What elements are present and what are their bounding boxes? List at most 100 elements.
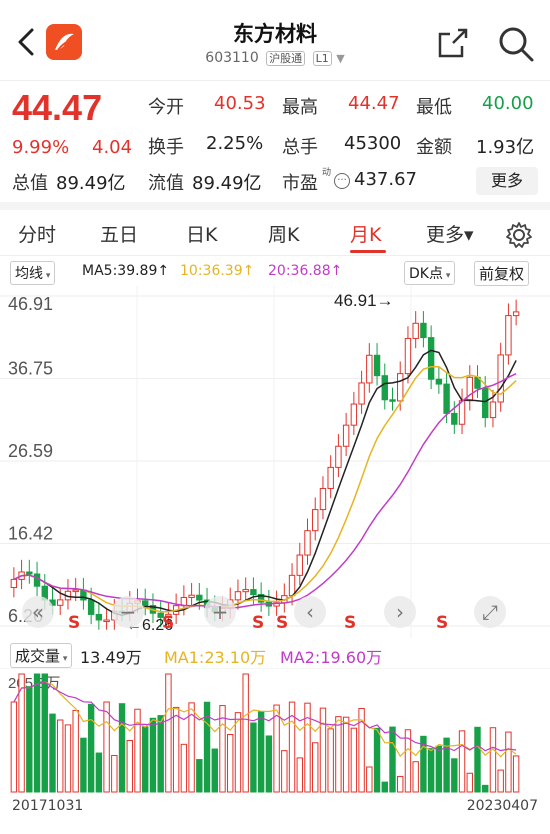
candle <box>242 589 249 593</box>
tab-intraday[interactable]: 分时 <box>18 220 56 247</box>
volume-bar <box>211 748 218 793</box>
sell-marker: S <box>436 613 448 633</box>
candle <box>451 412 458 425</box>
sell-marker: S <box>68 613 80 633</box>
ma10-line <box>13 365 517 613</box>
volume-bar <box>41 673 48 793</box>
volume-bar <box>172 706 180 793</box>
candle <box>33 573 41 587</box>
ma10-value: 10:36.39↑ <box>180 263 255 279</box>
share-icon[interactable] <box>436 26 470 60</box>
indicator-label: 均线 <box>15 266 43 282</box>
price-tick-label: 36.75 <box>8 359 53 379</box>
next-icon[interactable]: › <box>384 596 416 628</box>
volume-bar <box>381 781 388 793</box>
volume-bar <box>474 726 481 793</box>
volume-bar <box>257 711 265 793</box>
candle <box>288 574 296 597</box>
volume-chart[interactable]: 205.5万 <box>0 668 550 794</box>
candle <box>366 354 373 384</box>
kline-chart[interactable]: 46.9136.7526.5916.426.2646.91→←6.26SSSSS… <box>0 286 550 638</box>
tab-monthly-k[interactable]: 月K <box>350 220 381 247</box>
max-price-label: 46.91→ <box>334 291 394 310</box>
high-value: 44.47 <box>348 93 400 114</box>
ma20-value: 20:36.88↑ <box>268 263 343 279</box>
candle <box>443 383 450 414</box>
candle <box>234 591 242 601</box>
volume-bar <box>111 754 118 793</box>
candle <box>482 387 489 419</box>
candle <box>188 594 195 598</box>
indicator-select[interactable]: 均线 ▾ <box>10 261 56 285</box>
next-icon-glyph: › <box>396 600 404 624</box>
candle <box>404 337 412 375</box>
candle <box>435 378 443 385</box>
zoom-out-icon-glyph: − <box>120 600 137 624</box>
volume-bar <box>335 716 342 793</box>
ma5-line <box>13 349 517 617</box>
more-button[interactable]: 更多 <box>476 167 538 195</box>
volume-select[interactable]: 成交量 ▾ <box>10 643 73 668</box>
candle <box>427 337 435 380</box>
volume-bar <box>296 757 303 793</box>
volume-bar <box>227 734 234 793</box>
candle <box>312 509 319 532</box>
end-date: 20230407 <box>466 798 538 814</box>
price-tick-label: 46.91 <box>8 294 53 314</box>
tab-more[interactable]: 更多▾ <box>426 220 474 247</box>
dk-select[interactable]: DK点 ▾ <box>404 261 456 285</box>
ma-legend-bar: 均线 ▾ MA5:39.89↑ 10:36.39↑ 20:36.88↑ DK点 … <box>0 258 550 286</box>
candle <box>389 399 396 402</box>
vol-ma1: MA1:23.10万 <box>164 648 267 667</box>
prev-icon[interactable]: ‹ <box>294 596 326 628</box>
zoom-out-icon[interactable]: − <box>112 596 144 628</box>
price-tick-label: 16.42 <box>8 524 53 544</box>
zoom-in-icon[interactable]: + <box>204 596 236 628</box>
candle <box>304 530 311 556</box>
volume-bar <box>126 739 133 793</box>
last-price: 44.47 <box>12 87 103 128</box>
dropdown-icon[interactable]: ▼ <box>336 52 344 65</box>
volume-bar <box>265 735 273 793</box>
date-axis: 20171031 20230407 <box>0 796 550 820</box>
tab-weekly-k[interactable]: 周K <box>268 220 299 247</box>
pe-value: 437.67 <box>354 169 417 190</box>
candle <box>420 322 427 339</box>
info-icon[interactable]: ··· <box>334 173 350 189</box>
volume-bar <box>505 731 512 793</box>
gear-icon[interactable] <box>504 220 534 250</box>
volume-bar <box>512 755 520 793</box>
tab-daily-k[interactable]: 日K <box>186 220 217 247</box>
volume-bar <box>118 703 126 793</box>
volume-bar <box>451 758 458 793</box>
scroll-left-icon[interactable]: « <box>22 596 54 628</box>
volume-bar <box>149 717 157 793</box>
scroll-left-icon-glyph: « <box>32 600 44 624</box>
volume-bar <box>26 686 33 793</box>
volume-bar <box>489 727 497 793</box>
volume-bar <box>64 724 72 793</box>
fullscreen-icon[interactable]: ⤢ <box>474 596 506 628</box>
volume-indicator-label: 成交量 <box>15 647 61 665</box>
search-icon[interactable] <box>496 24 536 64</box>
volume-bar <box>57 719 64 793</box>
quote-panel: 44.47 9.99% 4.04 今开 40.53 最高 44.47 最低 40… <box>0 80 550 202</box>
candle <box>87 599 95 615</box>
candle <box>381 375 388 401</box>
candle <box>512 311 520 317</box>
volume-bar <box>103 701 110 793</box>
amount-label: 金额 <box>416 137 452 158</box>
volume-bar <box>180 743 188 793</box>
adjust-select[interactable]: 前复权 <box>474 261 530 286</box>
mktcap-label: 总值 <box>12 173 48 194</box>
volume-bar <box>466 772 473 793</box>
candle <box>95 613 103 621</box>
tab-five-day[interactable]: 五日 <box>100 220 138 247</box>
volume-bar <box>304 702 311 793</box>
pe-sup: 动 <box>322 168 332 178</box>
zoom-in-icon-glyph: + <box>212 600 229 624</box>
candle <box>489 401 497 419</box>
volume-bar <box>458 730 466 793</box>
amount-value: 1.93亿 <box>476 137 535 158</box>
stock-code: 603110 <box>205 50 259 66</box>
